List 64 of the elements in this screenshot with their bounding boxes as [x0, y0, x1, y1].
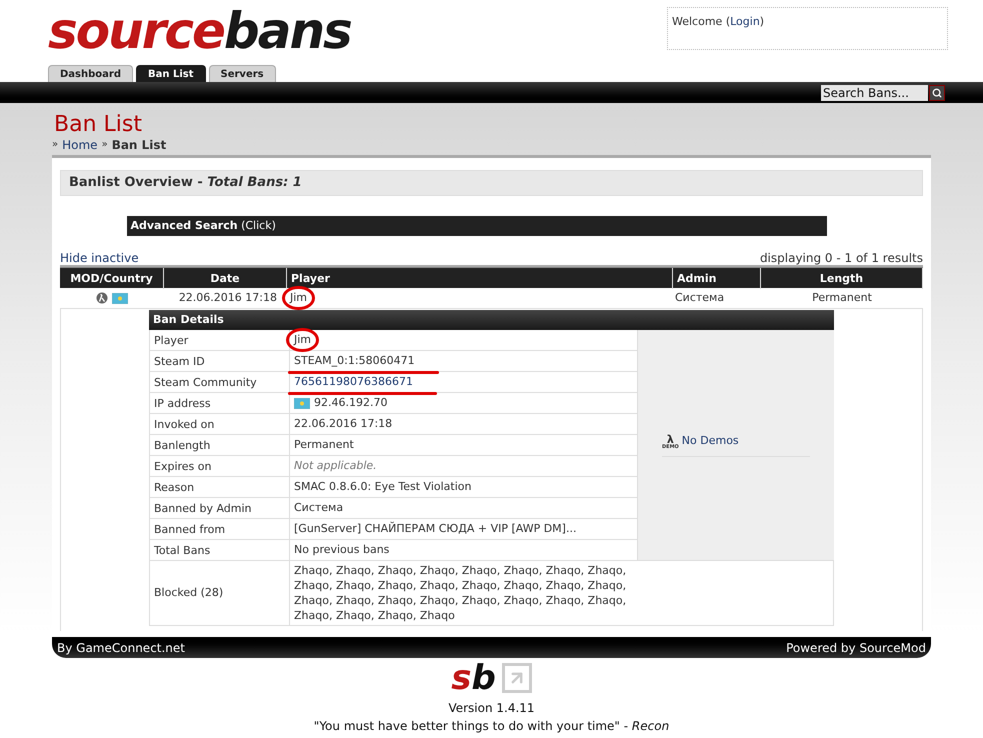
no-demos-link[interactable]: No Demos [682, 433, 739, 450]
footer-powered: Powered by SourceMod [786, 640, 926, 656]
version-text: Version 1.4.11 [447, 700, 536, 717]
welcome-text: Welcome (Login) [672, 15, 764, 28]
detail-value: [GunServer] СНАЙПЕРАМ СЮДА + VIP [AWP DM]... [294, 522, 576, 535]
detail-value: Система [294, 500, 344, 514]
detail-value: 92.46.192.70 [314, 396, 388, 409]
results-count: displaying 0 - 1 of 1 results [760, 250, 923, 265]
search-field[interactable]: Search Bans... [821, 84, 928, 100]
blocked-names-line: Zhaqo, Zhaqo, Zhaqo, Zhaqo, Zhaqo, Zhaqo, Zhaqo, Zhaqo, [294, 578, 628, 593]
detail-label: Banlength [150, 435, 290, 456]
detail-value: 22.06.2016 17:18 [294, 416, 392, 430]
footer-credit: By GameConnect.net [57, 640, 185, 656]
logo-text: sourcebans [48, 6, 351, 56]
search-icon [932, 88, 942, 98]
nav-tab[interactable]: Servers [208, 65, 276, 82]
detail-label: Banned from [150, 519, 290, 540]
breadcrumb-link[interactable]: Home [62, 136, 98, 154]
detail-label: Player [150, 330, 290, 351]
advanced-search-bar[interactable]: Advanced Search (Click) [126, 216, 826, 236]
flag-icon [112, 292, 128, 304]
external-link-icon [502, 663, 532, 693]
detail-label: Banned by Admin [150, 498, 290, 519]
column-header: Date [164, 268, 287, 289]
column-header: Player [287, 268, 673, 289]
nav-tab[interactable]: Ban List [136, 65, 206, 82]
detail-label: Steam Community [150, 372, 290, 393]
breadcrumb-separator: » [52, 138, 58, 152]
length-cell-text: Permanent [811, 290, 873, 306]
game-mod-icon [96, 292, 108, 304]
detail-label: Invoked on [150, 414, 290, 435]
blocked-names-line: Zhaqo, Zhaqo, Zhaqo, Zhaqo [294, 608, 456, 623]
detail-value: Jim [294, 332, 312, 346]
nav-tab[interactable]: Dashboard [48, 65, 133, 82]
date-cell-text: 22.06.2016 17:18 [178, 290, 278, 306]
detail-label: Total Bans [150, 540, 290, 561]
breadcrumb-current: Ban List [112, 136, 166, 154]
detail-label: Reason [150, 477, 290, 498]
overview-title: Banlist Overview - Total Bans: 1 [69, 174, 302, 192]
detail-value: No previous bans [294, 542, 390, 556]
admin-cell-text: Система [674, 290, 726, 306]
column-header: Admin [673, 268, 761, 289]
footer-logo-text: sb [451, 661, 496, 695]
footer-quote: "You must have better things to do with your time" - Recon [312, 718, 670, 735]
player-cell: Jim [290, 290, 308, 304]
column-header: Length [761, 268, 923, 289]
detail-value: SMAC 0.8.6.0: Eye Test Violation [294, 480, 472, 493]
detail-value: Permanent [294, 438, 354, 451]
breadcrumb-separator: » [102, 138, 108, 152]
login-link[interactable]: Login [730, 15, 760, 28]
detail-label: IP address [150, 393, 290, 414]
steam-community-link[interactable]: 76561198076386671 [294, 374, 413, 388]
detail-value: Not applicable. [294, 458, 377, 472]
page-title: Ban List [54, 113, 143, 137]
search-button[interactable] [929, 84, 945, 100]
blocked-names-line: Zhaqo, Zhaqo, Zhaqo, Zhaqo, Zhaqo, Zhaqo, Zhaqo, Zhaqo, [294, 563, 628, 578]
blocked-names-line: Zhaqo, Zhaqo, Zhaqo, Zhaqo, Zhaqo, Zhaqo, Zhaqo, Zhaqo, [294, 593, 628, 608]
column-header: MOD/Country [60, 268, 164, 289]
detail-label: Expires on [150, 456, 290, 477]
detail-label: Blocked (28) [150, 561, 290, 626]
ban-details-header: Ban Details [149, 310, 834, 330]
detail-label: Steam ID [150, 351, 290, 372]
detail-value: STEAM_0:1:58060471 [294, 354, 415, 367]
flag-icon [294, 398, 310, 408]
